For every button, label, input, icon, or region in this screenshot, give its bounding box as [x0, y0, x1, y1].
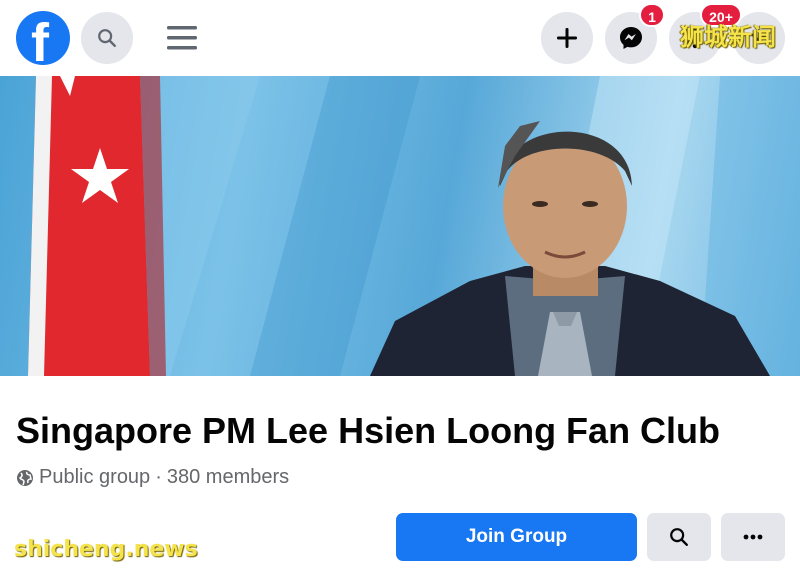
group-meta: Public group · 380 members: [16, 466, 289, 489]
watermark-top: 狮城新闻: [680, 23, 776, 51]
more-options-button[interactable]: [721, 513, 785, 561]
facebook-logo[interactable]: f: [16, 11, 70, 65]
group-search-button[interactable]: [647, 513, 711, 561]
watermark-bottom: shicheng.news: [14, 537, 198, 562]
join-group-button[interactable]: Join Group: [396, 513, 637, 561]
search-icon: [670, 528, 688, 546]
cover-illustration: [28, 76, 800, 376]
menu-icon: [167, 26, 197, 50]
messenger-badge: 1: [639, 3, 665, 27]
more-icon: [743, 534, 763, 540]
create-button[interactable]: [541, 12, 593, 64]
top-navigation-bar: f 1 20+ 狮城新闻: [0, 0, 800, 76]
group-privacy[interactable]: Public group: [39, 466, 150, 489]
menu-button[interactable]: [160, 18, 204, 58]
plus-icon: [557, 28, 577, 48]
search-button[interactable]: [81, 12, 133, 64]
globe-icon: [17, 469, 33, 486]
group-members-count[interactable]: 380 members: [167, 466, 289, 489]
messenger-icon: [620, 27, 642, 49]
group-cover-photo[interactable]: [0, 76, 800, 376]
group-name: Singapore PM Lee Hsien Loong Fan Club: [16, 410, 721, 451]
facebook-logo-letter: f: [31, 13, 49, 65]
join-group-label: Join Group: [465, 526, 568, 547]
search-icon: [98, 29, 116, 47]
meta-separator: ·: [155, 466, 162, 488]
singapore-flag: [28, 76, 166, 376]
